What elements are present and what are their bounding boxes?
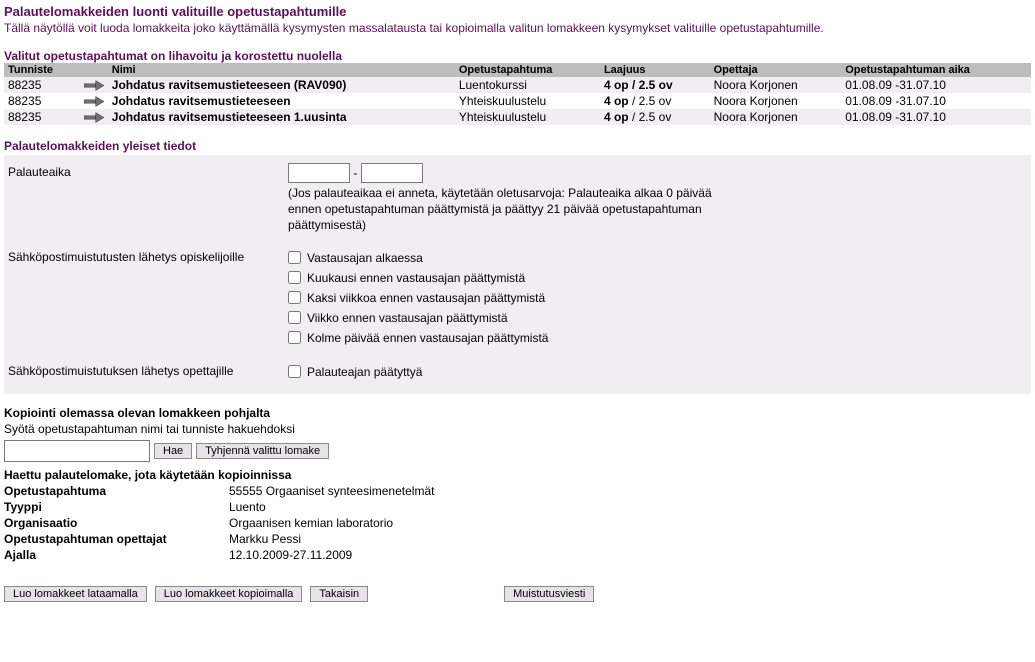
arrow-icon (84, 78, 104, 92)
detail-tyyppi-v: Luento (229, 500, 1031, 514)
date-separator: - (353, 166, 357, 180)
copy-heading: Kopiointi olemassa olevan lomakkeen pohj… (4, 406, 1031, 420)
reminder-student-checkbox-3[interactable] (288, 311, 301, 324)
copy-search-label: Syötä opetustapahtuman nimi tai tunniste… (4, 422, 1031, 436)
reminder-student-option: Kolme päivää ennen vastausajan päättymis… (307, 331, 548, 345)
palauteaika-label: Palauteaika (8, 163, 288, 179)
luo-lataamalla-button[interactable]: Luo lomakkeet lataamalla (4, 586, 147, 602)
hae-button[interactable]: Hae (154, 443, 192, 459)
reminder-teacher-checkbox[interactable] (288, 365, 301, 378)
detail-organisaatio-k: Organisaatio (4, 516, 229, 530)
cell-opetustapahtuma: Yhteiskuulustelu (455, 93, 600, 109)
cell-opetustapahtuma: Yhteiskuulustelu (455, 109, 600, 125)
col-nimi: Nimi (108, 63, 455, 77)
reminder-student-checkbox-2[interactable] (288, 291, 301, 304)
table-row: 88235 Johdatus ravitsemustieteeseenYhteis… (4, 93, 1031, 109)
col-tunniste: Tunniste (4, 63, 80, 77)
detail-opettajat-v: Markku Pessi (229, 532, 1031, 546)
col-opetustapahtuma: Opetustapahtuma (455, 63, 600, 77)
page-description: Tällä näytöllä voit luoda lomakkeita jok… (4, 21, 1031, 35)
fetched-heading: Haettu palautelomake, jota käytetään kop… (4, 468, 1031, 482)
reminder-student-checkbox-1[interactable] (288, 271, 301, 284)
cell-aika: 01.08.09 -31.07.10 (841, 77, 1031, 93)
detail-tyyppi-k: Tyyppi (4, 500, 229, 514)
col-aika: Opetustapahtuman aika (841, 63, 1031, 77)
cell-aika: 01.08.09 -31.07.10 (841, 109, 1031, 125)
cell-aika: 01.08.09 -31.07.10 (841, 93, 1031, 109)
events-table: Tunniste Nimi Opetustapahtuma Laajuus Op… (4, 63, 1031, 125)
table-row: 88235 Johdatus ravitsemustieteeseen (RAV0… (4, 77, 1031, 93)
cell-nimi: Johdatus ravitsemustieteeseen (RAV090) (108, 77, 455, 93)
reminder-teacher-option: Palauteajan päätyttyä (307, 365, 422, 379)
detail-organisaatio-v: Orgaanisen kemian laboratorio (229, 516, 1031, 530)
arrow-icon (84, 110, 104, 124)
form-heading: Palautelomakkeiden yleiset tiedot (4, 139, 1031, 153)
cell-opettaja: Noora Korjonen (710, 77, 842, 93)
cell-laajuus: 4 op / 2.5 ov (600, 93, 710, 109)
form-section: Palauteaika - (Jos palauteaikaa ei annet… (4, 155, 1031, 394)
cell-opetustapahtuma: Luentokurssi (455, 77, 600, 93)
col-laajuus: Laajuus (600, 63, 710, 77)
reminder-student-option: Kuukausi ennen vastausajan päättymistä (307, 271, 525, 285)
reminder-teachers-label: Sähköpostimuistutuksen lähetys opettajil… (8, 362, 288, 378)
col-opettaja: Opettaja (710, 63, 842, 77)
reminder-student-checkbox-0[interactable] (288, 251, 301, 264)
cell-nimi: Johdatus ravitsemustieteeseen 1.uusinta (108, 109, 455, 125)
takaisin-button[interactable]: Takaisin (310, 586, 368, 602)
copy-search-input[interactable] (4, 440, 150, 462)
cell-nimi: Johdatus ravitsemustieteeseen (108, 93, 455, 109)
detail-opetustapahtuma-k: Opetustapahtuma (4, 484, 229, 498)
cell-laajuus: 4 op / 2.5 ov (600, 109, 710, 125)
cell-laajuus: 4 op / 2.5 ov (600, 77, 710, 93)
fetched-details: Opetustapahtuma 55555 Orgaaniset syntees… (4, 484, 1031, 562)
reminder-student-option: Viikko ennen vastausajan päättymistä (307, 311, 508, 325)
luo-kopioimalla-button[interactable]: Luo lomakkeet kopioimalla (155, 586, 303, 602)
reminder-student-option: Vastausajan alkaessa (307, 251, 423, 265)
detail-ajalla-k: Ajalla (4, 548, 229, 562)
palauteaika-start[interactable] (288, 163, 350, 183)
cell-tunniste: 88235 (4, 93, 80, 109)
tyhjenna-button[interactable]: Tyhjennä valittu lomake (196, 443, 329, 459)
table-row: 88235 Johdatus ravitsemustieteeseen 1.uus… (4, 109, 1031, 125)
reminder-student-checkbox-4[interactable] (288, 331, 301, 344)
muistutus-button[interactable]: Muistutusviesti (504, 586, 594, 602)
cell-tunniste: 88235 (4, 109, 80, 125)
reminder-students-label: Sähköpostimuistutusten lähetys opiskelij… (8, 248, 288, 264)
palauteaika-end[interactable] (361, 163, 423, 183)
detail-ajalla-v: 12.10.2009-27.11.2009 (229, 548, 1031, 562)
cell-tunniste: 88235 (4, 77, 80, 93)
cell-opettaja: Noora Korjonen (710, 109, 842, 125)
arrow-icon (84, 94, 104, 108)
reminder-student-option: Kaksi viikkoa ennen vastausajan päättymi… (307, 291, 545, 305)
palauteaika-hint: (Jos palauteaikaa ei anneta, käytetään o… (288, 185, 718, 234)
detail-opettajat-k: Opetustapahtuman opettajat (4, 532, 229, 546)
cell-opettaja: Noora Korjonen (710, 93, 842, 109)
page-title: Palautelomakkeiden luonti valituille ope… (4, 4, 1031, 19)
events-heading: Valitut opetustapahtumat on lihavoitu ja… (4, 49, 1031, 63)
detail-opetustapahtuma-v: 55555 Orgaaniset synteesimenetelmät (229, 484, 1031, 498)
